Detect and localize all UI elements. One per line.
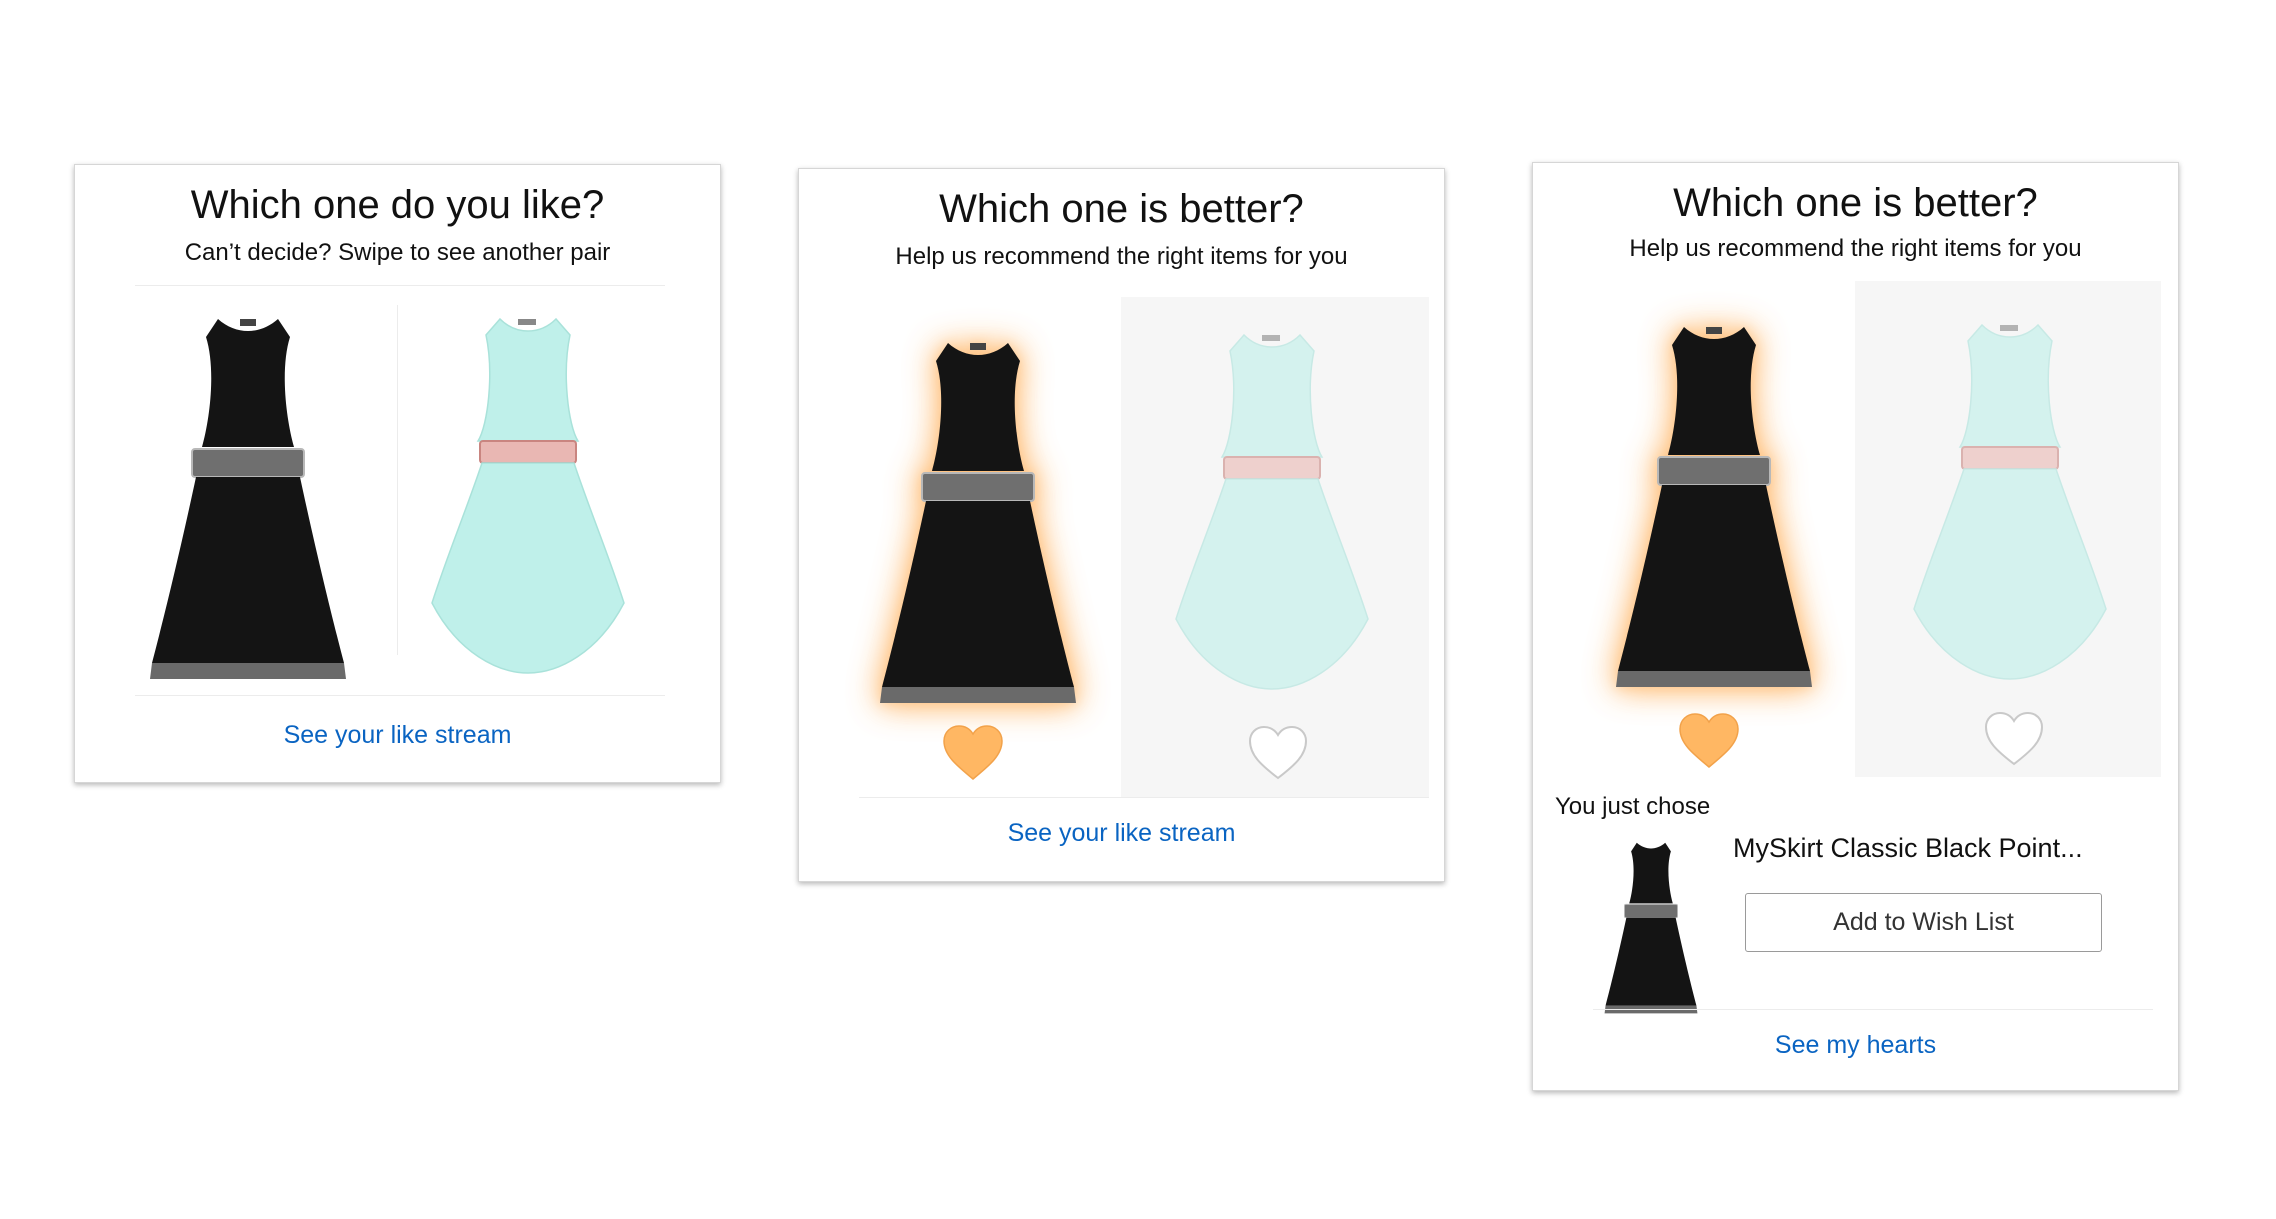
black-dress-image[interactable] [143,311,353,691]
you-just-chose-label: You just chose [1555,793,1711,820]
heart-filled-icon[interactable] [1678,713,1740,769]
mint-dress-image[interactable] [1169,329,1375,709]
heart-outline-icon[interactable] [1247,725,1309,781]
card-subtitle: Help us recommend the right items for yo… [1629,235,2082,262]
pane-separator [397,305,398,655]
divider [135,695,665,696]
black-dress-image[interactable] [873,335,1083,715]
heart-filled-icon[interactable] [942,725,1004,781]
chosen-dress-thumbnail[interactable] [1601,839,1701,1019]
heart-outline-icon[interactable] [1983,711,2045,767]
add-to-wish-list-button[interactable]: Add to Wish List [1745,893,2102,952]
card-subtitle: Can’t decide? Swipe to see another pair [184,239,611,266]
divider [859,797,1429,798]
mint-dress-image[interactable] [425,313,631,693]
see-my-hearts-link[interactable]: See my hearts [1533,1031,2178,1060]
comparison-card-chosen: Which one is better? Help us recommend t… [1532,162,2179,1091]
card-title: Which one is better? [1673,181,2038,225]
card-title: Which one do you like? [190,183,605,227]
card-subtitle: Help us recommend the right items for yo… [895,243,1348,270]
comparison-card-better: Which one is better? Help us recommend t… [798,168,1445,882]
mint-dress-image[interactable] [1907,319,2113,699]
see-like-stream-link[interactable]: See your like stream [799,819,1444,848]
card-title: Which one is better? [939,187,1304,231]
divider [135,285,665,286]
divider [1593,1009,2153,1010]
comparison-card-like: Which one do you like? Can’t decide? Swi… [74,164,721,783]
chosen-product-name[interactable]: MySkirt Classic Black Point... [1733,833,2083,864]
black-dress-image[interactable] [1609,319,1819,699]
see-like-stream-link[interactable]: See your like stream [75,721,720,750]
